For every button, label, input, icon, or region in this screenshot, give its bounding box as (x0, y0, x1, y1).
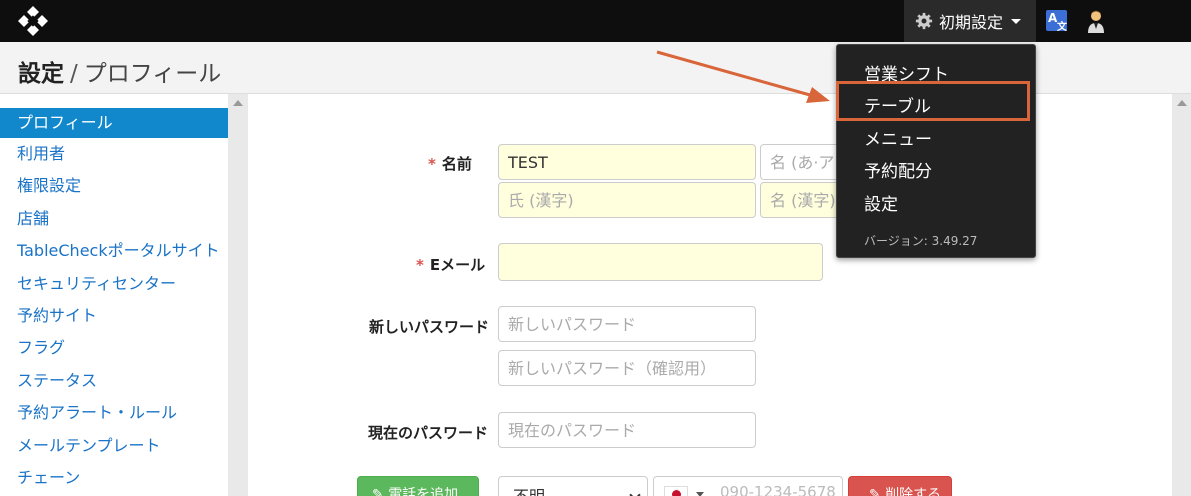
confirm-password-input[interactable] (498, 350, 756, 386)
sidebar-item-stores[interactable]: 店舗 (0, 203, 228, 235)
current-password-label: 現在のパスワード (368, 424, 489, 442)
breadcrumb-separator: / (70, 61, 78, 87)
new-password-label: 新しいパスワード (369, 318, 490, 336)
pencil-icon: ✎ (372, 487, 384, 496)
version-text: バージョン: 3.49.27 (864, 234, 978, 248)
add-phone-button[interactable]: ✎ 電話を追加 (357, 476, 479, 496)
phone-type-select[interactable]: 不明 (498, 476, 648, 496)
sidebar-scrollbar[interactable] (228, 94, 248, 496)
sidebar-item-permissions[interactable]: 権限設定 (0, 170, 228, 202)
breadcrumb: 設定 / プロフィール (18, 54, 221, 88)
new-password-input[interactable] (498, 306, 756, 342)
phone-input[interactable]: 090-1234-5678 (653, 476, 843, 496)
annotation-highlight-box (836, 81, 1030, 121)
sidebar-list: プロフィール 利用者 権限設定 店舗 TableCheckポータルサイト セキュ… (0, 108, 228, 494)
settings-dropdown-menu: 営業シフト テーブル メニュー 予約配分 設定 バージョン: 3.49.27 (836, 44, 1036, 258)
required-mark: * (416, 256, 424, 274)
sidebar-item-security-center[interactable]: セキュリティセンター (0, 268, 228, 300)
japan-flag-icon[interactable] (664, 486, 688, 496)
user-icon[interactable] (1086, 9, 1106, 33)
menu-item-menu[interactable]: メニュー (864, 125, 932, 150)
email-label: * Eメール (416, 256, 486, 274)
sidebar-item-booking-alerts[interactable]: 予約アラート・ルール (0, 397, 228, 429)
translate-icon[interactable]: A 文 (1046, 10, 1067, 33)
top-navbar: 初期設定 A 文 (0, 0, 1191, 42)
scroll-up-icon[interactable] (233, 100, 243, 106)
required-mark: * (428, 155, 436, 173)
scroll-up-icon[interactable] (1177, 100, 1187, 106)
app-logo-icon[interactable] (17, 5, 49, 37)
settings-menu-button[interactable]: 初期設定 (904, 0, 1036, 42)
gear-icon (915, 12, 933, 30)
menu-item-settings[interactable]: 設定 (864, 190, 898, 215)
breadcrumb-current: プロフィール (83, 61, 222, 87)
sidebar-item-status[interactable]: ステータス (0, 365, 228, 397)
sidebar-item-booking-site[interactable]: 予約サイト (0, 300, 228, 332)
sidebar-item-chain[interactable]: チェーン (0, 462, 228, 494)
sidebar-item-users[interactable]: 利用者 (0, 138, 228, 170)
email-input[interactable] (498, 243, 823, 281)
breadcrumb-settings[interactable]: 設定 (18, 61, 64, 87)
sidebar-item-mail-templates[interactable]: メールテンプレート (0, 430, 228, 462)
annotation-arrow-icon (656, 50, 830, 103)
sidebar: プロフィール 利用者 権限設定 店舗 TableCheckポータルサイト セキュ… (0, 94, 248, 496)
current-password-input[interactable] (498, 412, 756, 448)
main-scrollbar[interactable] (1172, 94, 1191, 496)
delete-phone-button[interactable]: ✎ 削除する (848, 476, 952, 496)
sidebar-item-flags[interactable]: フラグ (0, 332, 228, 364)
name-label: * 名前 (428, 155, 472, 173)
sidebar-item-profile[interactable]: プロフィール (0, 108, 228, 138)
last-name-input[interactable] (498, 144, 756, 180)
last-name-kanji-input[interactable] (498, 182, 756, 218)
settings-menu-label: 初期設定 (939, 13, 1004, 32)
chevron-down-icon (629, 489, 641, 496)
caret-down-icon (696, 492, 704, 496)
pencil-icon: ✎ (869, 487, 881, 496)
caret-down-icon (1011, 18, 1022, 24)
menu-item-booking-allocation[interactable]: 予約配分 (864, 157, 932, 182)
sidebar-item-portal-site[interactable]: TableCheckポータルサイト (0, 235, 228, 267)
phone-placeholder: 090-1234-5678 (720, 483, 836, 496)
